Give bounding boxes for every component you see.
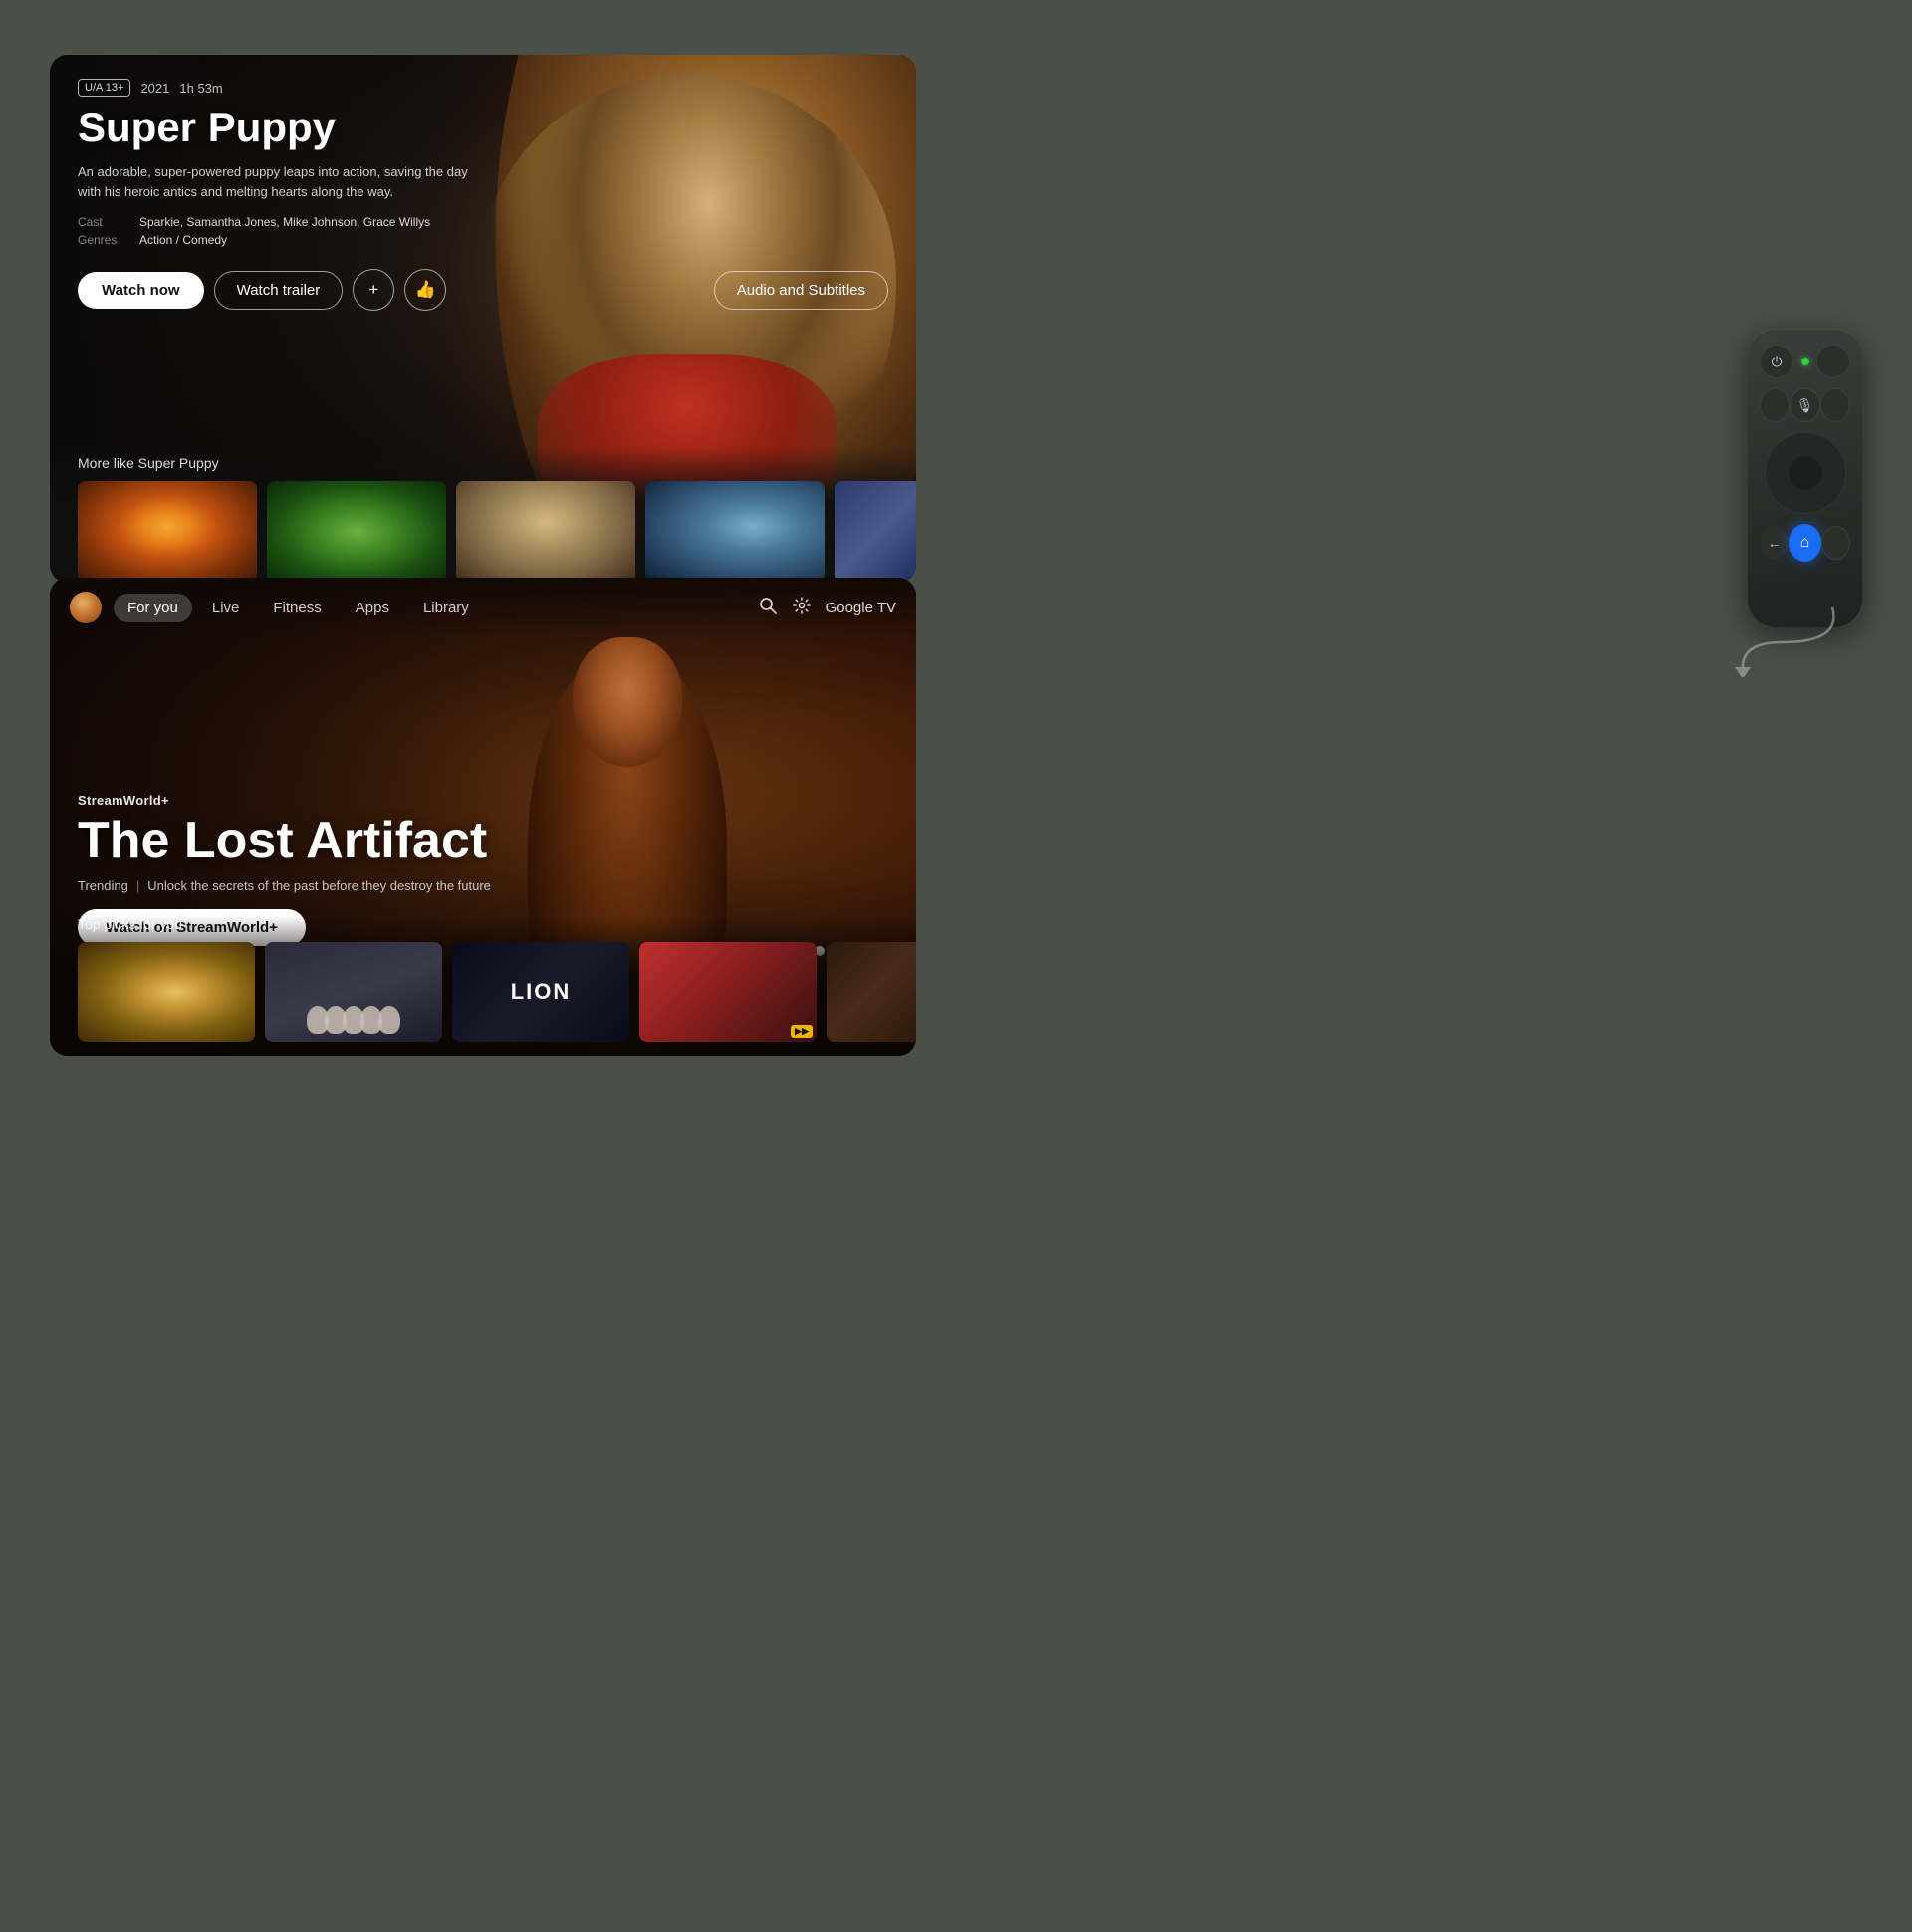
back-button[interactable]: ← (1760, 526, 1789, 560)
audio-subtitles-button[interactable]: Audio and Subtitles (714, 271, 888, 310)
like-icon: 👍 (415, 280, 436, 300)
cast-row: Cast Sparkie, Samantha Jones, Mike Johns… (78, 215, 888, 229)
back-icon: ← (1768, 535, 1782, 551)
remote-top-right-button[interactable] (1816, 345, 1850, 378)
pick-faces[interactable] (265, 942, 442, 1042)
meta-divider: | (136, 878, 139, 893)
dpad[interactable] (1765, 432, 1846, 514)
watch-trailer-button[interactable]: Watch trailer (214, 271, 344, 310)
face-5 (378, 1006, 400, 1034)
dpad-center[interactable] (1788, 455, 1823, 491)
hero-meta: Trending | Unlock the secrets of the pas… (78, 878, 888, 893)
cast-label: Cast (78, 215, 127, 229)
remote-led-indicator (1801, 358, 1809, 365)
lion-label: LION (511, 979, 572, 1005)
user-avatar[interactable] (70, 592, 102, 623)
movie-title: Super Puppy (78, 105, 888, 150)
top-picks-title: Top picks for you (78, 916, 888, 932)
thumbnails-row (78, 481, 888, 583)
home-icon: ⌂ (1800, 534, 1810, 552)
remote-arrow (1723, 598, 1852, 677)
thumbnail-tiger[interactable] (78, 481, 257, 583)
genre-row: Genres Action / Comedy (78, 233, 888, 247)
nav-item-live[interactable]: Live (198, 594, 254, 622)
home-button[interactable]: ⌂ (1789, 524, 1821, 562)
remote-bottom-row: ← ⌂ (1760, 524, 1850, 562)
meta-row: U/A 13+ 2021 1h 53m (78, 79, 888, 97)
genres-label: Genres (78, 233, 127, 247)
settings-button[interactable] (792, 596, 812, 620)
buttons-row: Watch now Watch trailer + 👍 Audio and Su… (78, 269, 888, 311)
remote-middle-row: 🎙 (1760, 388, 1850, 422)
sports-badge: ▶▶ (791, 1025, 813, 1038)
top-picks-section: Top picks for you LION (50, 916, 916, 1056)
thumbnail-birds[interactable] (645, 481, 825, 583)
remote-control: ⏻ 🎙 ← ⌂ (1748, 329, 1862, 627)
pick-desert[interactable] (78, 942, 255, 1042)
remote-right-button[interactable] (1820, 388, 1850, 422)
search-button[interactable] (758, 596, 778, 620)
hero-title: The Lost Artifact (78, 814, 888, 868)
nav-right: Google TV (758, 596, 896, 620)
movie-description: An adorable, super-powered puppy leaps i… (78, 162, 476, 201)
mic-button[interactable]: 🎙 (1790, 388, 1819, 422)
thumbnail-traveler[interactable] (456, 481, 635, 583)
more-like-section: More like Super Puppy (50, 447, 916, 583)
thumbnail-partial (835, 481, 916, 583)
watch-now-button[interactable]: Watch now (78, 272, 204, 309)
hero-tagline: Unlock the secrets of the past before th… (147, 878, 491, 893)
google-tv-brand: Google TV (826, 600, 896, 616)
navigation-bar: For you Live Fitness Apps Library (50, 578, 916, 637)
nav-item-library[interactable]: Library (409, 594, 483, 622)
like-button[interactable]: 👍 (404, 269, 446, 311)
gear-icon (792, 600, 812, 619)
trending-label: Trending (78, 878, 128, 893)
pick-sports[interactable]: ▶▶ (639, 942, 817, 1042)
power-button[interactable]: ⏻ (1760, 345, 1793, 378)
remote-left-button[interactable] (1760, 388, 1790, 422)
duration: 1h 53m (179, 81, 222, 96)
nav-item-apps[interactable]: Apps (342, 594, 403, 622)
mic-icon: 🎙 (1796, 397, 1814, 414)
search-icon (758, 600, 778, 619)
faces-silhouette (309, 1006, 398, 1034)
streaming-brand: StreamWorld+ (78, 793, 888, 808)
nav-item-fitness[interactable]: Fitness (259, 594, 335, 622)
cast-value: Sparkie, Samantha Jones, Mike Johnson, G… (139, 215, 430, 229)
rating-badge: U/A 13+ (78, 79, 130, 97)
nav-item-for-you[interactable]: For you (114, 594, 192, 622)
power-icon: ⏻ (1771, 354, 1782, 370)
character-face (573, 637, 682, 767)
remote-top-row: ⏻ (1760, 345, 1850, 378)
screen2-google-tv: For you Live Fitness Apps Library (50, 578, 916, 1056)
pick-partial (827, 942, 916, 1042)
remote-extra-button[interactable] (1821, 526, 1850, 560)
thumbnail-creature[interactable] (267, 481, 446, 583)
year: 2021 (140, 81, 169, 96)
screen1-super-puppy: U/A 13+ 2021 1h 53m Super Puppy An adora… (50, 55, 916, 583)
genres-value: Action / Comedy (139, 233, 227, 247)
picks-row: LION ▶▶ (78, 942, 888, 1042)
more-like-title: More like Super Puppy (78, 447, 888, 471)
pick-lion[interactable]: LION (452, 942, 629, 1042)
add-button[interactable]: + (353, 269, 394, 311)
